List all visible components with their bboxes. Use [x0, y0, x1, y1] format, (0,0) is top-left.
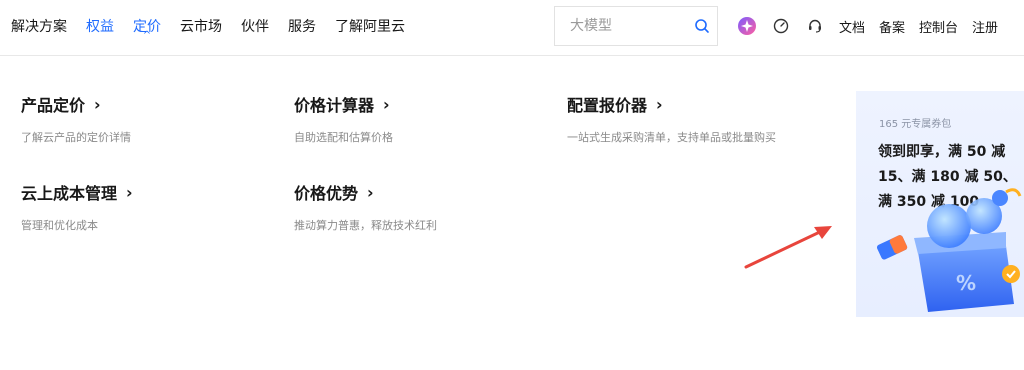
docs-link[interactable]: 文档: [839, 17, 865, 36]
filing-link[interactable]: 备案: [879, 17, 905, 36]
menu-item-title[interactable]: 云上成本管理 ›: [21, 180, 133, 204]
menu-item-cost-management[interactable]: 云上成本管理 › 管理和优化成本: [21, 180, 133, 233]
top-navigation-bar: 解决方案 权益 定价 ^ 云市场 伙伴 服务 了解阿里云 大模型 文档 备案 控…: [0, 0, 1024, 56]
register-link[interactable]: 注册: [972, 17, 998, 36]
promo-tag: 165 元专属券包: [879, 119, 952, 130]
chevron-right-icon: ›: [126, 182, 133, 202]
chevron-right-icon: ›: [656, 94, 663, 114]
menu-item-product-pricing[interactable]: 产品定价 › 了解云产品的定价详情: [21, 92, 131, 145]
promo-headline-line: 15、满 180 减 50、: [878, 169, 1017, 185]
menu-item-title-text: 配置报价器: [567, 96, 648, 115]
customer-service-headset-icon[interactable]: [805, 16, 825, 36]
menu-item-config-quoter[interactable]: 配置报价器 › 一站式生成采购清单，支持单品或批量购买: [567, 92, 776, 145]
gift-box-illustration: %: [876, 188, 1022, 312]
dashboard-gauge-icon[interactable]: [771, 16, 791, 36]
nav-item-benefits[interactable]: 权益: [86, 16, 114, 36]
nav-item-solutions[interactable]: 解决方案: [11, 16, 67, 36]
chevron-right-icon: ›: [383, 94, 390, 114]
menu-item-title[interactable]: 产品定价 ›: [21, 92, 131, 116]
console-link[interactable]: 控制台: [919, 17, 958, 36]
menu-item-desc: 一站式生成采购清单，支持单品或批量购买: [567, 131, 776, 144]
coupon-promo-card[interactable]: 165 元专属券包 领到即享，满 50 减 15、满 180 减 50、 满 3…: [856, 91, 1024, 317]
menu-item-title-text: 云上成本管理: [21, 184, 118, 203]
menu-item-title-text: 产品定价: [21, 96, 86, 115]
nav-item-pricing[interactable]: 定价 ^: [133, 16, 161, 41]
search-icon[interactable]: [694, 18, 710, 34]
menu-item-price-calculator[interactable]: 价格计算器 › 自助选配和估算价格: [294, 92, 393, 145]
nav-item-services[interactable]: 服务: [288, 16, 316, 36]
chevron-right-icon: ›: [367, 182, 374, 202]
nav-item-partners[interactable]: 伙伴: [241, 16, 269, 36]
menu-item-price-advantage[interactable]: 价格优势 › 推动算力普惠，释放技术红利: [294, 180, 437, 233]
menu-item-desc: 推动算力普惠，释放技术红利: [294, 219, 437, 232]
search-box: [554, 6, 718, 46]
ai-assistant-icon[interactable]: [737, 16, 757, 36]
menu-item-title[interactable]: 价格优势 ›: [294, 180, 437, 204]
menu-item-desc: 自助选配和估算价格: [294, 131, 393, 144]
active-caret-icon: ^: [142, 30, 152, 41]
menu-item-desc: 管理和优化成本: [21, 219, 98, 232]
nav-item-marketplace[interactable]: 云市场: [180, 16, 222, 36]
menu-item-desc: 了解云产品的定价详情: [21, 131, 131, 144]
svg-text:%: %: [956, 271, 976, 295]
menu-item-title[interactable]: 价格计算器 ›: [294, 92, 393, 116]
search-input[interactable]: [555, 7, 685, 45]
annotation-arrow-icon: [744, 226, 832, 269]
menu-item-title-text: 价格计算器: [294, 96, 375, 115]
promo-headline-line: 领到即享，满 50 减: [878, 144, 1006, 160]
header-tools: 文档 备案 控制台 注册: [737, 0, 1012, 52]
nav-item-about[interactable]: 了解阿里云: [335, 16, 405, 36]
menu-item-title-text: 价格优势: [294, 184, 359, 203]
menu-item-title[interactable]: 配置报价器 ›: [567, 92, 776, 116]
main-nav: 解决方案 权益 定价 ^ 云市场 伙伴 服务 了解阿里云: [11, 0, 405, 52]
chevron-right-icon: ›: [94, 94, 101, 114]
